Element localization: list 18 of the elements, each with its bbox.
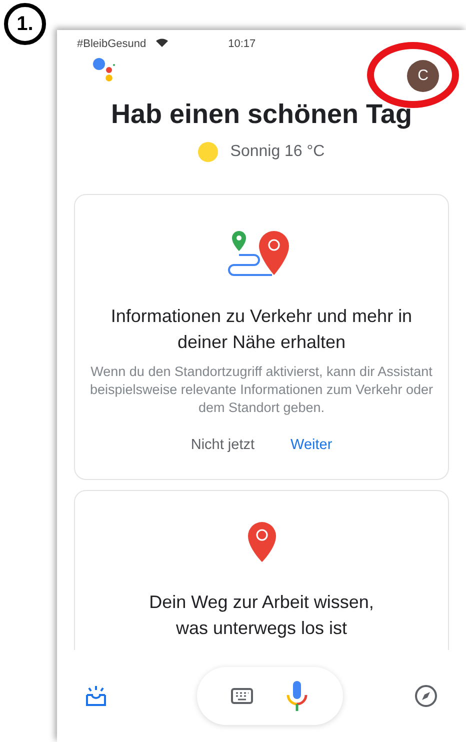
dismiss-button[interactable]: Nicht jetzt xyxy=(190,434,255,456)
step-number-badge: 1. xyxy=(4,3,46,45)
card-description: Wenn du den Standortzugriff aktivierst, kann dir Assistant beispielsweise relevante Informationen zum Verkehr oder dem Standort geben. xyxy=(89,362,434,417)
greeting-heading: Hab einen schönen Tag xyxy=(110,98,414,131)
card-title: Informationen zu Verkehr und mehr in deiner Nähe erhalten xyxy=(110,304,414,354)
avatar[interactable]: C xyxy=(407,60,439,92)
microphone-icon[interactable] xyxy=(284,680,308,712)
clock-text: 10:17 xyxy=(228,37,256,52)
sun-icon xyxy=(198,142,218,162)
wifi-icon xyxy=(156,38,168,47)
keyboard-icon[interactable] xyxy=(230,688,252,704)
continue-button[interactable]: Weiter xyxy=(290,434,332,456)
compass-icon[interactable] xyxy=(414,684,438,708)
carrier-text: #BleibGesund xyxy=(77,37,146,52)
card-title: Dein Weg zur Arbeit wissen, was unterwegs los ist xyxy=(148,590,375,640)
inbox-icon[interactable] xyxy=(85,685,107,707)
weather-text: Sonnig 16 °C xyxy=(230,142,325,162)
location-pin-icon xyxy=(246,520,276,562)
